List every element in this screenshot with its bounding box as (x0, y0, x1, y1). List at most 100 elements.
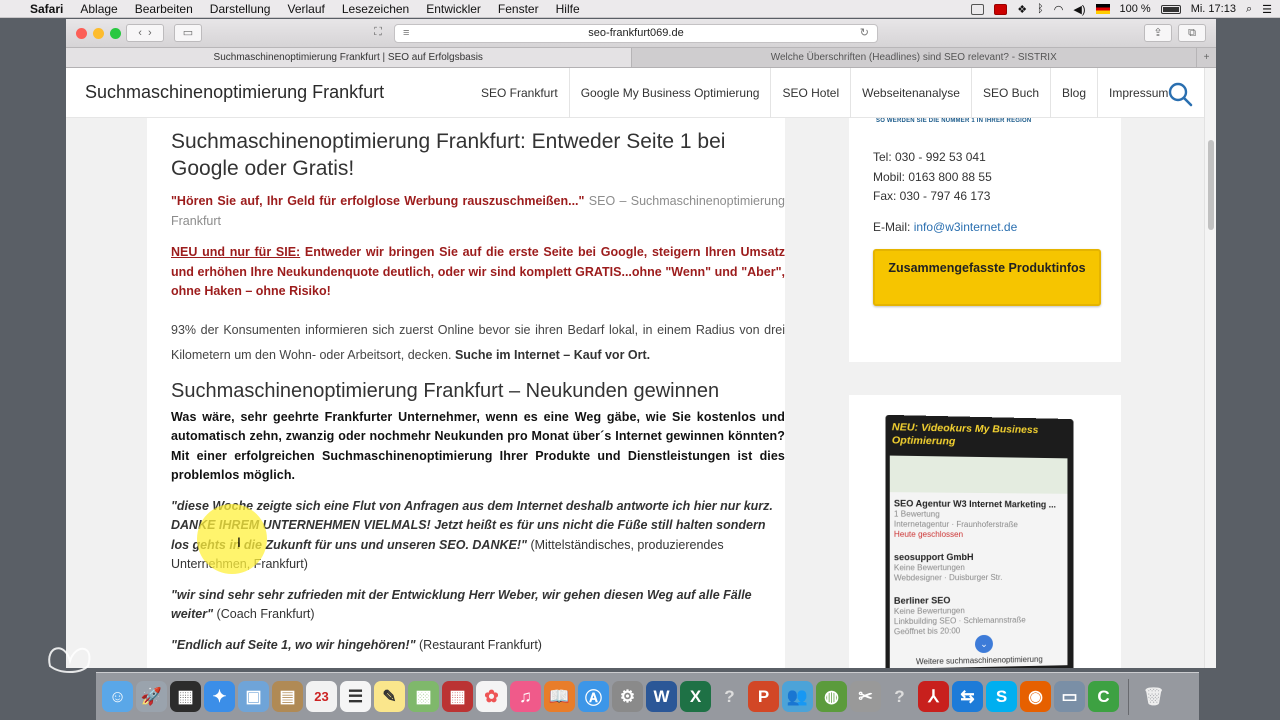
lead-paragraph: Was wäre, sehr geehrte Frankfurter Unter… (171, 409, 785, 483)
photo-booth-icon[interactable]: ▩ (408, 681, 439, 712)
nav-blog[interactable]: Blog (1050, 68, 1097, 118)
spotlight-icon[interactable]: ⌕ (1246, 3, 1252, 16)
battery-percentage[interactable]: 100 % (1120, 3, 1151, 15)
address-bar[interactable]: ≡ seo-frankfurt069.de ↻ (394, 24, 878, 43)
tabs-overview-button[interactable]: ⧉ (1178, 24, 1206, 42)
site-brand[interactable]: Suchmaschinenoptimierung Frankfurt (85, 82, 384, 103)
mission-control-icon[interactable]: ▦ (170, 681, 201, 712)
new-tab-button[interactable]: + (1196, 48, 1216, 67)
zoom-window-button[interactable] (110, 28, 121, 39)
menu-darstellung[interactable]: Darstellung (210, 2, 271, 16)
bluetooth-icon[interactable]: ᛒ (1037, 3, 1044, 15)
article-title: Suchmaschinenoptimierung Frankfurt: Entw… (171, 130, 726, 180)
powerpoint-icon[interactable]: P (748, 681, 779, 712)
dock-separator (1128, 678, 1129, 715)
contacts-icon[interactable]: ▤ (272, 681, 303, 712)
status-app-icon[interactable] (971, 3, 985, 15)
finder-icon[interactable]: ☺ (102, 681, 133, 712)
image-viewer-icon[interactable]: ▭ (1054, 681, 1085, 712)
excel-icon[interactable]: X (680, 681, 711, 712)
battery-icon[interactable] (1160, 4, 1181, 14)
calendar-icon[interactable]: 23 (306, 681, 337, 712)
teamviewer-icon[interactable]: ⇆ (952, 681, 983, 712)
contact-mobil: Mobil: 0163 800 88 55 (873, 169, 992, 184)
reminders-icon[interactable]: ☰ (340, 681, 371, 712)
back-forward-buttons[interactable]: ‹ › (126, 24, 164, 42)
main-nav: SEO Frankfurt Google My Business Optimie… (470, 68, 1179, 118)
photos-icon[interactable]: ✿ (476, 681, 507, 712)
menu-lesezeichen[interactable]: Lesezeichen (342, 2, 409, 16)
trash-icon[interactable]: 🗑 (1138, 681, 1169, 712)
unknown-app-icon-2[interactable]: ? (884, 681, 915, 712)
menu-bearbeiten[interactable]: Bearbeiten (135, 2, 193, 16)
tab-seo-frankfurt[interactable]: Suchmaschinenoptimierung Frankfurt | SEO… (66, 48, 631, 67)
email-link[interactable]: info@w3internet.de (914, 220, 1018, 234)
testimonial-3-text: "Endlich auf Seite 1, wo wir hingehören!… (171, 637, 416, 652)
menu-app-name[interactable]: Safari (30, 2, 63, 16)
listing-name: SEO Agentur W3 Internet Marketing ... (893, 498, 1057, 510)
section-heading: Suchmaschinenoptimierung Frankfurt – Neu… (171, 379, 720, 402)
nav-seo-hotel[interactable]: SEO Hotel (770, 68, 850, 118)
search-icon[interactable] (1167, 81, 1193, 107)
menu-entwickler[interactable]: Entwickler (426, 2, 481, 16)
menu-fenster[interactable]: Fenster (498, 2, 539, 16)
unknown-app-icon[interactable]: ? (714, 681, 745, 712)
page-menu-icon[interactable]: ≡ (403, 25, 409, 42)
german-flag-icon[interactable] (1095, 4, 1110, 14)
contact-info: Tel: 030 - 992 53 041 Mobil: 0163 800 88… (873, 148, 1017, 237)
product-info-button[interactable]: Zusammengefasste Produktinfos (873, 249, 1101, 306)
preview-icon[interactable]: ▣ (238, 681, 269, 712)
macos-menubar: Safari Ablage Bearbeiten Darstellung Ver… (0, 0, 1280, 18)
dropbox-icon[interactable]: ❖ (1017, 3, 1027, 16)
clock[interactable]: Mi. 17:13 (1191, 3, 1236, 15)
minimize-window-button[interactable] (93, 28, 104, 39)
network-app-icon[interactable]: ◍ (816, 681, 847, 712)
wifi-icon[interactable]: ◠ (1054, 3, 1064, 16)
listing-rating: Keine Bewertungen (893, 606, 965, 617)
notes-icon[interactable]: ✎ (374, 681, 405, 712)
tab-sistrix[interactable]: Welche Überschriften (Headlines) sind SE… (630, 48, 1197, 67)
page-scrollbar[interactable] (1204, 68, 1216, 668)
email-label: E-Mail: (873, 219, 911, 234)
utility-icon[interactable]: ✂ (850, 681, 881, 712)
intro-red-text: "Hören Sie auf, Ihr Geld für erfolglose … (171, 194, 585, 208)
share-button[interactable]: ⇪ (1144, 24, 1172, 42)
listing-item: Berliner SEO Keine Bewertungen Linkbuild… (894, 594, 1064, 637)
app-store-icon[interactable]: Ⓐ (578, 681, 609, 712)
menu-ablage[interactable]: Ablage (80, 2, 117, 16)
acrobat-icon[interactable]: ⅄ (918, 681, 949, 712)
menu-hilfe[interactable]: Hilfe (556, 2, 580, 16)
ibooks-icon[interactable]: 📖 (544, 681, 575, 712)
status-red-icon[interactable] (994, 3, 1008, 15)
nav-webseitenanalyse[interactable]: Webseitenanalyse (850, 68, 971, 118)
butterfly-watermark-icon (48, 647, 91, 673)
sidebar-videokurs-widget: NEU: Videokurs My Business Optimierung S… (849, 395, 1121, 668)
sidebar-contact-widget: SO WERDEN SIE DIE NUMMER 1 IN IHRER REGI… (849, 118, 1121, 362)
firefox-icon[interactable]: ◉ (1020, 681, 1051, 712)
nav-seo-frankfurt[interactable]: SEO Frankfurt (470, 68, 569, 118)
testimonial-2-source: (Coach Frankfurt) (216, 607, 315, 621)
menu-verlauf[interactable]: Verlauf (287, 2, 324, 16)
word-icon[interactable]: W (646, 681, 677, 712)
team-app-icon[interactable]: 👥 (782, 681, 813, 712)
stat-paragraph: 93% der Konsumenten informieren sich zue… (171, 318, 785, 368)
notification-center-icon[interactable]: ☰ (1262, 3, 1272, 16)
reload-icon[interactable]: ↻ (860, 25, 869, 42)
sidebar-toggle-button[interactable]: ▭ (174, 24, 202, 42)
reader-icon[interactable]: ⛶ (368, 24, 388, 42)
safari-icon[interactable]: ✦ (204, 681, 235, 712)
photo-collage-icon[interactable]: ▦ (442, 681, 473, 712)
testimonial-2: "wir sind sehr sehr zufrieden mit der En… (171, 586, 785, 625)
skype-icon[interactable]: S (986, 681, 1017, 712)
camtasia-icon[interactable]: C (1088, 681, 1119, 712)
videokurs-cover[interactable]: NEU: Videokurs My Business Optimierung S… (885, 414, 1074, 668)
macos-dock: ☺ 🚀 ▦ ✦ ▣ ▤ 23 ☰ ✎ ▩ ▦ ✿ ♫ 📖 Ⓐ ⚙ W X ? P… (96, 672, 1199, 720)
scrollbar-thumb[interactable] (1208, 140, 1214, 230)
volume-icon[interactable]: ◀) (1073, 3, 1085, 16)
itunes-icon[interactable]: ♫ (510, 681, 541, 712)
nav-google-my-business[interactable]: Google My Business Optimierung (568, 68, 771, 118)
launchpad-icon[interactable]: 🚀 (136, 681, 167, 712)
system-preferences-icon[interactable]: ⚙ (612, 681, 643, 712)
close-window-button[interactable] (76, 28, 87, 39)
nav-seo-buch[interactable]: SEO Buch (970, 68, 1050, 118)
